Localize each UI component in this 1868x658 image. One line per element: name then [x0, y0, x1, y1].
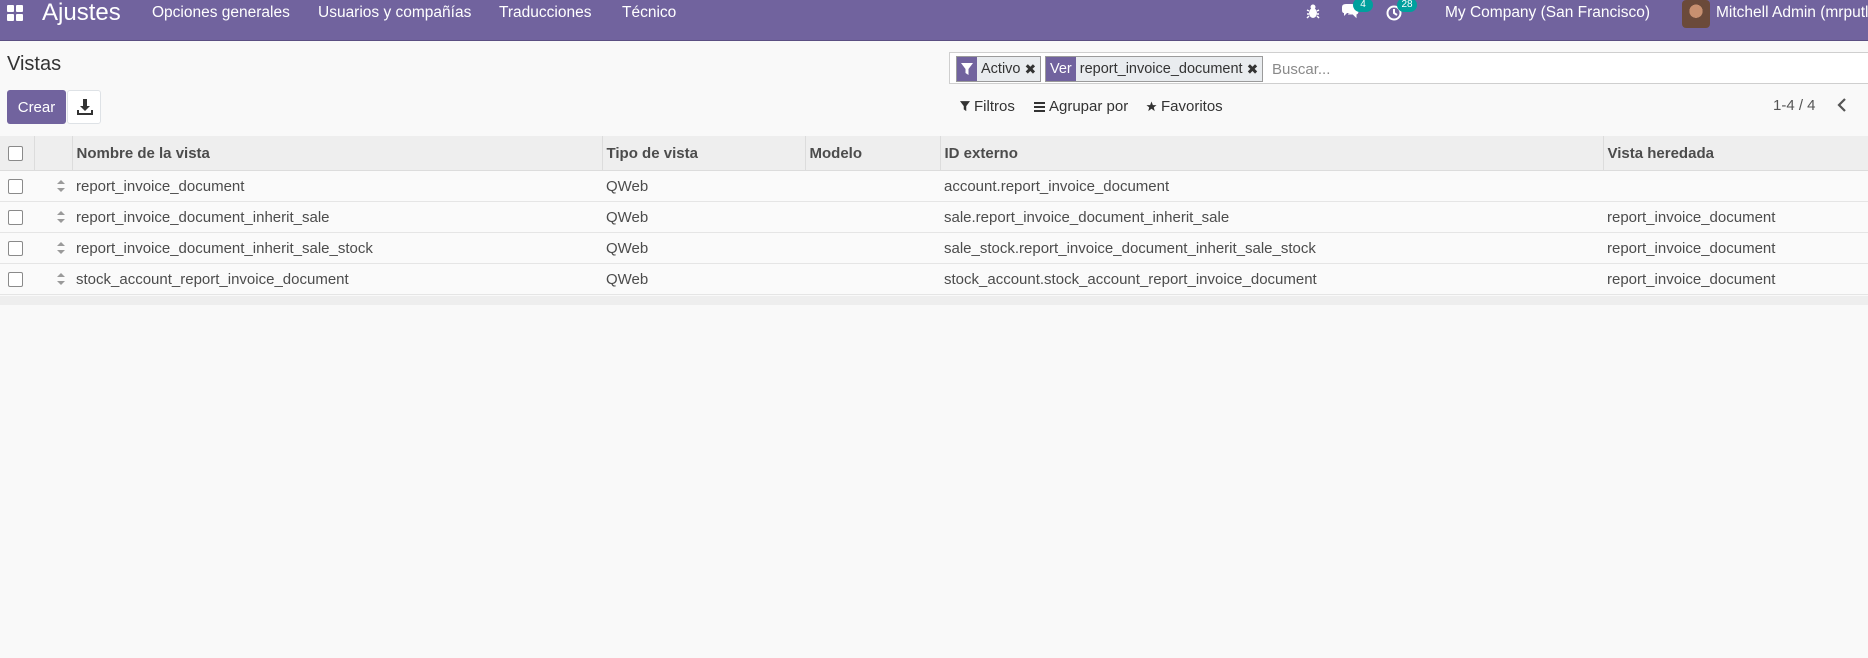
filter-icon	[960, 101, 970, 112]
row-select-cell	[0, 201, 34, 233]
cell-name: report_invoice_document_inherit_sale	[72, 201, 602, 233]
debug-bug-icon[interactable]	[1303, 2, 1323, 22]
facet-tag: Ver	[1046, 57, 1076, 81]
list-view: Nombre de la vista Tipo de vista Modelo …	[0, 136, 1868, 295]
facet-value: Activo	[981, 61, 1021, 77]
cell-xml-id: sale.report_invoice_document_inherit_sal…	[940, 201, 1603, 233]
row-handle-cell	[34, 201, 72, 233]
row-select-cell	[0, 263, 34, 295]
messages-badge: 4	[1353, 0, 1373, 12]
row-select-cell	[0, 170, 34, 202]
menu-traducciones[interactable]: Traducciones	[499, 4, 591, 22]
cell-type: QWeb	[602, 170, 805, 202]
favorites-toggle[interactable]: Favoritos	[1146, 98, 1223, 115]
facet-active-filter[interactable]: Activo ✖	[956, 56, 1042, 82]
cell-name: report_invoice_document	[72, 170, 602, 202]
app-title[interactable]: Ajustes	[42, 0, 121, 27]
search-input[interactable]	[1270, 56, 1868, 82]
row-handle-cell	[34, 232, 72, 264]
cell-model	[805, 263, 940, 295]
chevron-left-icon[interactable]	[1836, 97, 1848, 113]
cell-name: stock_account_report_invoice_document	[72, 263, 602, 295]
table-row[interactable]: report_invoice_document_inherit_sale_sto…	[0, 232, 1868, 264]
table-header-row: Nombre de la vista Tipo de vista Modelo …	[0, 136, 1868, 171]
activities-badge: 28	[1397, 0, 1417, 12]
handle-header	[33, 136, 72, 171]
create-button[interactable]: Crear	[7, 90, 66, 124]
cell-name: report_invoice_document_inherit_sale_sto…	[72, 232, 602, 264]
groupby-label: Agrupar por	[1049, 98, 1129, 115]
column-header-inherit[interactable]: Vista heredada	[1602, 136, 1868, 171]
user-avatar[interactable]	[1682, 0, 1710, 28]
row-handle-cell	[34, 263, 72, 295]
table-row[interactable]: stock_account_report_invoice_document QW…	[0, 263, 1868, 295]
drag-handle-icon[interactable]	[56, 241, 66, 255]
row-checkbox[interactable]	[8, 210, 23, 226]
cell-xml-id: sale_stock.report_invoice_document_inher…	[940, 232, 1603, 264]
menu-usuarios-companias[interactable]: Usuarios y compañías	[318, 4, 471, 22]
column-header-model[interactable]: Modelo	[804, 136, 940, 171]
filters-toggle[interactable]: Filtros	[960, 98, 1015, 115]
remove-facet-icon[interactable]: ✖	[1025, 57, 1041, 81]
facet-view[interactable]: Ver report_invoice_document ✖	[1045, 56, 1264, 82]
select-all-cell	[0, 136, 34, 171]
cell-inherit: report_invoice_document	[1603, 263, 1868, 295]
filters-label: Filtros	[974, 98, 1015, 115]
row-checkbox[interactable]	[8, 272, 23, 288]
menu-opciones-generales[interactable]: Opciones generales	[152, 4, 290, 22]
drag-handle-icon[interactable]	[56, 210, 66, 224]
cell-type: QWeb	[602, 232, 805, 264]
column-header-xml-id[interactable]: ID externo	[939, 136, 1603, 171]
favorites-label: Favoritos	[1161, 98, 1223, 115]
row-checkbox[interactable]	[8, 179, 23, 195]
page-title: Vistas	[7, 53, 62, 75]
groupby-toggle[interactable]: Agrupar por	[1034, 98, 1128, 115]
column-header-type[interactable]: Tipo de vista	[601, 136, 805, 171]
filter-icon	[957, 57, 977, 81]
list-bars-icon	[1034, 101, 1045, 112]
row-checkbox[interactable]	[8, 241, 23, 257]
cell-model	[805, 170, 940, 202]
company-switcher[interactable]: My Company (San Francisco)	[1445, 4, 1650, 22]
export-button[interactable]	[67, 90, 101, 124]
user-menu[interactable]: Mitchell Admin (mrputls	[1716, 4, 1868, 22]
download-icon	[77, 99, 93, 115]
top-navbar: Ajustes Opciones generales Usuarios y co…	[0, 0, 1868, 41]
drag-handle-icon[interactable]	[56, 179, 66, 193]
apps-menu-icon[interactable]	[7, 5, 25, 23]
cell-xml-id: account.report_invoice_document	[940, 170, 1603, 202]
cell-type: QWeb	[602, 201, 805, 233]
select-all-checkbox[interactable]	[8, 146, 23, 162]
cell-inherit: report_invoice_document	[1603, 201, 1868, 233]
cell-model	[805, 201, 940, 233]
column-header-name[interactable]: Nombre de la vista	[71, 136, 602, 171]
views-table: Nombre de la vista Tipo de vista Modelo …	[0, 136, 1868, 295]
row-select-cell	[0, 232, 34, 264]
cell-model	[805, 232, 940, 264]
remove-facet-icon[interactable]: ✖	[1247, 57, 1263, 81]
facet-value: report_invoice_document	[1079, 61, 1243, 77]
star-icon	[1146, 101, 1157, 112]
row-handle-cell	[34, 170, 72, 202]
cell-inherit	[1603, 170, 1868, 202]
pager-value[interactable]: 1-4 / 4	[1773, 97, 1816, 114]
table-row[interactable]: report_invoice_document_inherit_sale QWe…	[0, 201, 1868, 233]
menu-tecnico[interactable]: Técnico	[622, 4, 676, 22]
cell-inherit: report_invoice_document	[1603, 232, 1868, 264]
cell-xml-id: stock_account.stock_account_report_invoi…	[940, 263, 1603, 295]
table-row[interactable]: report_invoice_document QWeb account.rep…	[0, 170, 1868, 202]
cell-type: QWeb	[602, 263, 805, 295]
drag-handle-icon[interactable]	[56, 272, 66, 286]
search-bar[interactable]: Activo ✖ Ver report_invoice_document ✖	[949, 52, 1868, 84]
table-footer	[0, 296, 1868, 305]
